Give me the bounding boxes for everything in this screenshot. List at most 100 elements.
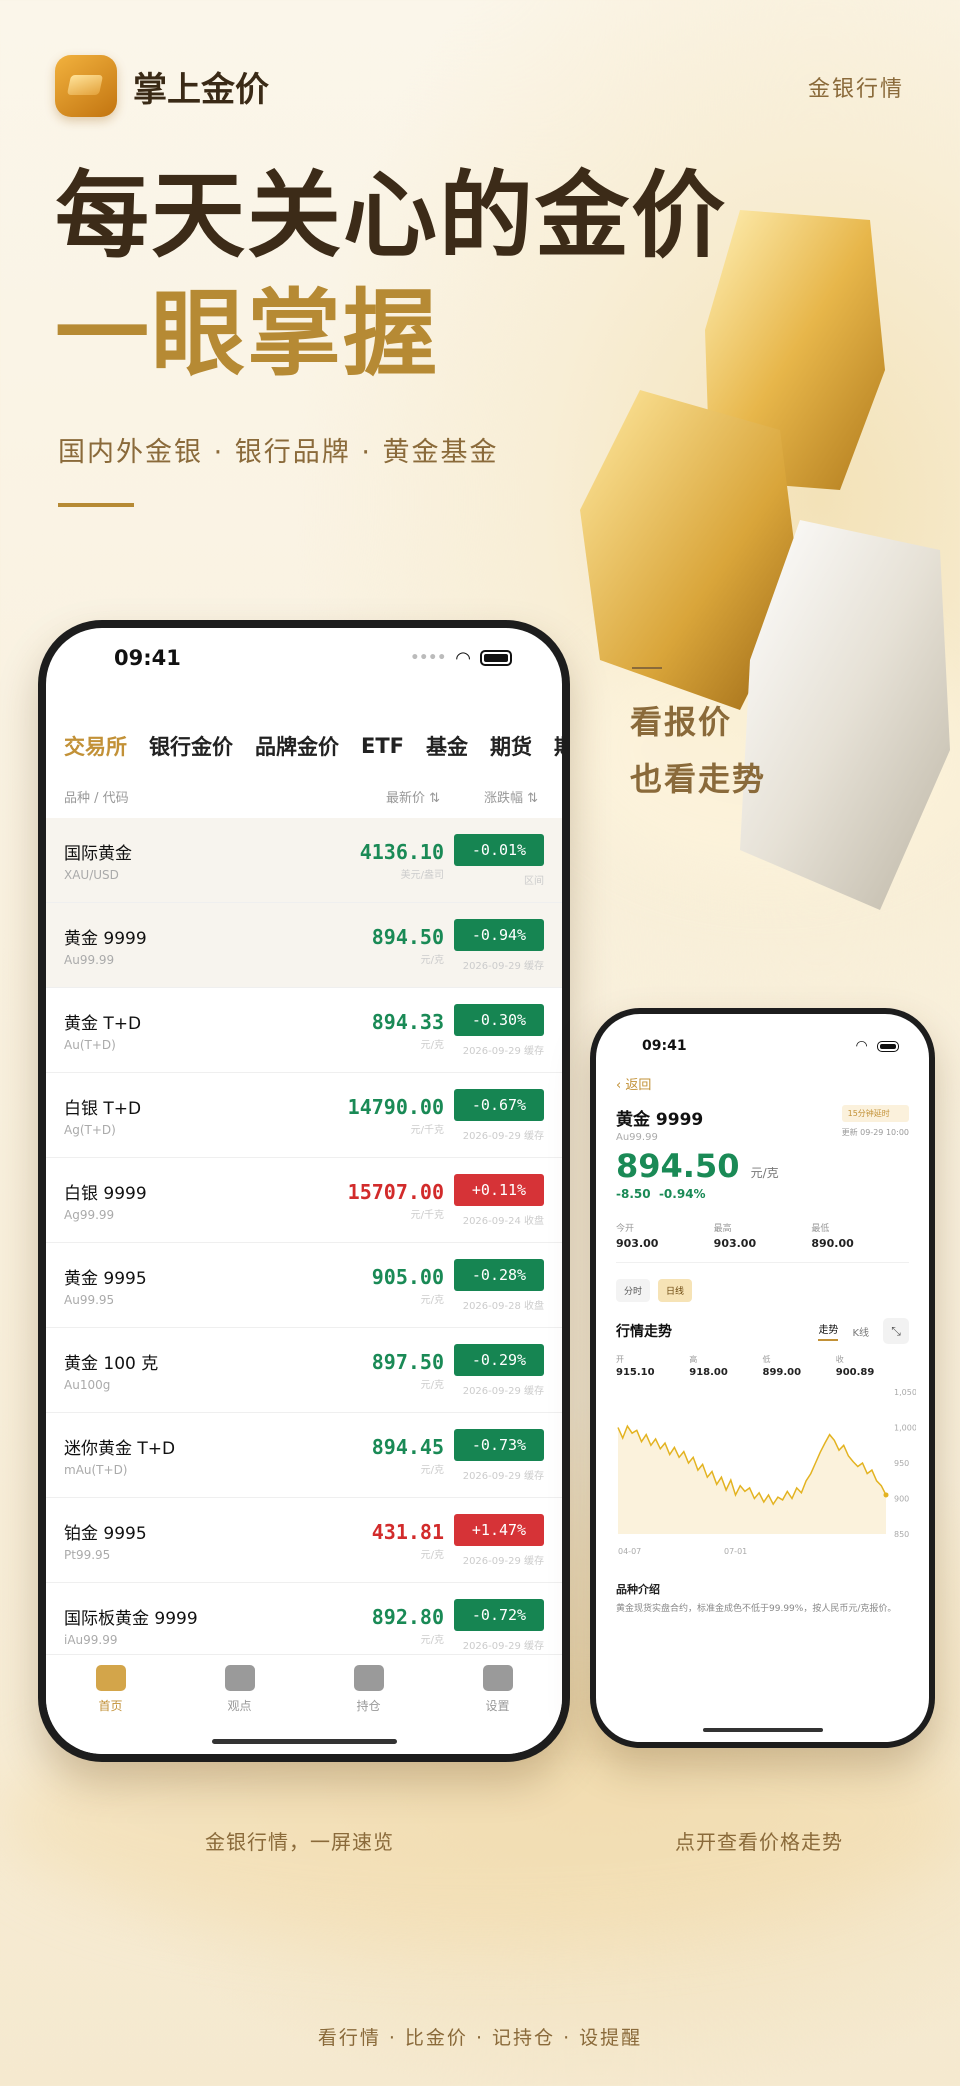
- quote-price: 894.33: [371, 1009, 444, 1034]
- wifi-icon: ◠: [456, 647, 470, 669]
- quote-code: XAU/USD: [64, 867, 119, 882]
- ohlc-item: 低 899.00: [763, 1354, 836, 1378]
- y-tick-label: 900: [894, 1495, 909, 1504]
- tab-4[interactable]: 基金: [426, 731, 468, 761]
- tabbar-label: 设置: [485, 1699, 510, 1713]
- quote-price: 894.50: [371, 924, 444, 949]
- delay-badge: 15分钟延时: [841, 1105, 909, 1122]
- list-phone: 09:41 •••• ◠ 交易所银行金价品牌金价 ETF 基金期货期权 品种 / 代码…: [38, 620, 570, 1762]
- tab-2[interactable]: 品牌金价: [255, 731, 339, 761]
- quote-name: 黄金 9995: [64, 1268, 147, 1289]
- stat-item: 最低 890.00: [811, 1221, 909, 1250]
- caption-left: 金银行情，一屏速览: [205, 1830, 394, 1854]
- tray-icon: [353, 1665, 384, 1691]
- ohlc-key: 开: [616, 1355, 624, 1364]
- change-badge: -0.73%: [454, 1428, 544, 1461]
- current-price: 894.50 元/克: [616, 1147, 909, 1185]
- status-time: 09:41: [114, 646, 181, 670]
- quote-note: 2026-09-24 收盘: [462, 1215, 544, 1227]
- headline-secondary: 一眼掌握: [55, 280, 440, 389]
- quote-row[interactable]: 白银 T+D Ag(T+D) 14790.00 元/千克 -0.67% 2026-09…: [46, 1073, 562, 1158]
- quote-row[interactable]: 国际黄金 XAU/USD 4136.10 美元/盎司 -0.01% 区间: [46, 818, 562, 903]
- mode-0[interactable]: 分时: [616, 1279, 651, 1302]
- change-abs: -8.50: [616, 1187, 651, 1201]
- quote-row[interactable]: 黄金 T+D Au(T+D) 894.33 元/克 -0.30% 2026-09-29…: [46, 988, 562, 1073]
- tab-kline[interactable]: K线: [852, 1324, 869, 1339]
- tab-3[interactable]: ETF: [361, 734, 404, 758]
- quote-note: 2026-09-29 缓存: [462, 1045, 544, 1057]
- tabbar-item-0[interactable]: 首页: [71, 1665, 151, 1754]
- divider: [58, 503, 134, 507]
- gear-icon: [482, 1665, 513, 1691]
- col-name: 品种 / 代码: [64, 790, 129, 806]
- ohlc-value: 918.00: [689, 1367, 728, 1378]
- tabbar-label: 持仓: [356, 1699, 381, 1713]
- change-badge: -0.72%: [454, 1598, 544, 1631]
- stat-item: 今开 903.00: [616, 1221, 714, 1250]
- quote-price: 905.00: [371, 1264, 444, 1289]
- sort-price[interactable]: 最新价 ⇅: [386, 787, 440, 806]
- home-indicator: [702, 1728, 823, 1732]
- ohlc-key: 高: [689, 1355, 698, 1364]
- tab-trend[interactable]: 走势: [818, 1321, 839, 1341]
- stat-key: 最高: [713, 1224, 732, 1234]
- quote-name: 白银 9999: [64, 1183, 147, 1204]
- quote-name: 国际板黄金 9999: [64, 1608, 198, 1629]
- quote-note: 区间: [524, 875, 544, 887]
- tab-0[interactable]: 交易所: [64, 731, 127, 761]
- change-badge: -0.29%: [454, 1343, 544, 1376]
- ohlc-value: 915.10: [616, 1367, 655, 1378]
- quote-price: 431.81: [371, 1519, 444, 1544]
- status-time: 09:41: [642, 1038, 687, 1054]
- quote-name: 国际黄金: [64, 843, 132, 864]
- stat-item: 最高 903.00: [714, 1221, 812, 1250]
- back-label: 返回: [625, 1078, 652, 1093]
- price-chart: 1,050 1,000 950 900 850 04-07 07-01: [617, 1388, 917, 1556]
- detail-phone: 09:41 ◠ ‹ 返回 黄金 9999 Au99.99 15分钟延时 更新 0…: [590, 1008, 935, 1748]
- stat-key: 今开: [616, 1224, 635, 1234]
- quote-note: 2026-09-29 缓存: [462, 1385, 544, 1397]
- intro-text: 黄金现货实盘合约，标准金成色不低于99.99%，按人民币元/克报价。: [616, 1604, 897, 1614]
- quote-row[interactable]: 黄金 9995 Au99.95 905.00 元/克 -0.28% 2026-09-2…: [46, 1243, 562, 1328]
- quote-row[interactable]: 铂金 9995 Pt99.95 431.81 元/克 +1.47% 2026-09-2…: [46, 1498, 562, 1583]
- change-pct: -0.94%: [658, 1187, 706, 1201]
- quote-unit: 元/克: [420, 1549, 444, 1561]
- y-tick-label: 1,000: [894, 1424, 916, 1433]
- tabbar-item-3[interactable]: 设置: [458, 1665, 538, 1754]
- quote-name: 黄金 T+D: [64, 1013, 142, 1034]
- quote-note: 2026-09-29 缓存: [462, 960, 544, 972]
- home-indicator: [212, 1739, 397, 1744]
- quote-row[interactable]: 黄金 100 克 Au100g 897.50 元/克 -0.29% 2026-09-2…: [46, 1328, 562, 1413]
- quote-unit: 美元/盎司: [400, 869, 444, 881]
- chart-mode-switch: 分时 日线: [616, 1279, 909, 1302]
- tab-6[interactable]: 期权: [554, 731, 562, 761]
- quote-row[interactable]: 迷你黄金 T+D mAu(T+D) 894.45 元/克 -0.73% 2026-09…: [46, 1413, 562, 1498]
- status-bar: 09:41 •••• ◠: [46, 628, 562, 688]
- mode-1[interactable]: 日线: [658, 1279, 693, 1302]
- tab-1[interactable]: 银行金价: [149, 731, 233, 761]
- tab-5[interactable]: 期货: [490, 731, 532, 761]
- y-tick-label: 950: [894, 1459, 909, 1468]
- change-badge: -0.30%: [454, 1003, 544, 1036]
- tabbar-label: 观点: [227, 1699, 252, 1713]
- quote-code: Ag99.99: [64, 1207, 115, 1222]
- back-button[interactable]: ‹ 返回: [616, 1074, 909, 1093]
- ohlc-item: 收 900.89: [836, 1354, 909, 1378]
- ohlc-row: 开 915.10 高 918.00 低 899.00 收 900.89: [616, 1354, 909, 1378]
- cellular-icon: ••••: [410, 650, 447, 666]
- quote-code: mAu(T+D): [64, 1462, 128, 1477]
- column-header: 品种 / 代码 最新价 ⇅ 涨跌幅 ⇅: [46, 774, 562, 818]
- sort-change[interactable]: 涨跌幅 ⇅: [484, 787, 538, 806]
- quote-row[interactable]: 白银 9999 Ag99.99 15707.00 元/千克 +0.11% 2026-0…: [46, 1158, 562, 1243]
- trend-title: 行情走势: [616, 1324, 672, 1340]
- quote-price: 897.50: [371, 1349, 444, 1374]
- ohlc-value: 900.89: [835, 1367, 875, 1378]
- quote-unit: 元/克: [420, 1039, 444, 1051]
- quote-row[interactable]: 黄金 9999 Au99.99 894.50 元/克 -0.94% 2026-09-2…: [46, 903, 562, 988]
- quote-name: 迷你黄金 T+D: [64, 1438, 176, 1459]
- quote-price: 4136.10: [359, 839, 444, 864]
- expand-icon[interactable]: ⤡: [883, 1318, 909, 1344]
- quote-code: Ag(T+D): [64, 1122, 116, 1137]
- brand-header: 掌上金价: [55, 55, 269, 117]
- quote-price: 14790.00: [347, 1094, 444, 1119]
